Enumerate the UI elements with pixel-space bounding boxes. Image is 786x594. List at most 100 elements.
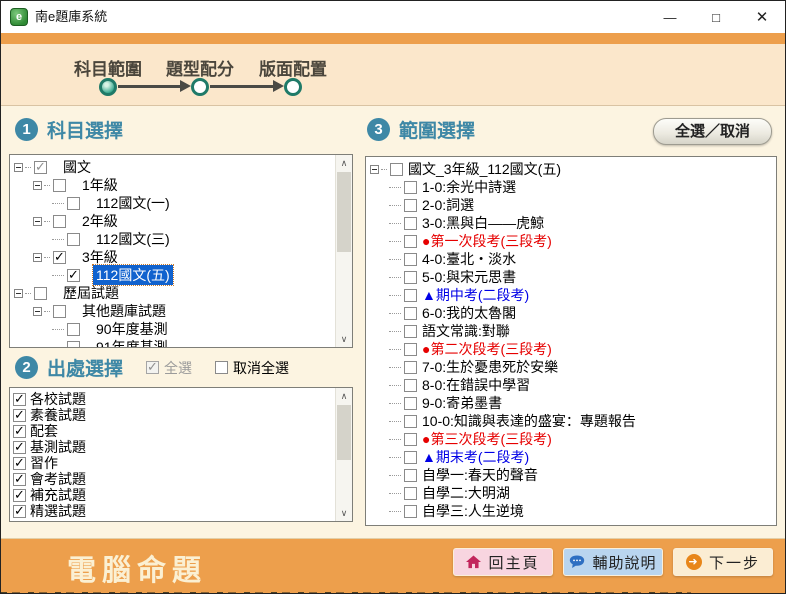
tree-item[interactable]: ▲期中考(二段考) <box>366 286 772 304</box>
tree-item-label[interactable]: ●第一次段考(三段考) <box>419 231 555 251</box>
tree-item[interactable]: 自學三:人生逆境 <box>366 502 772 520</box>
tree-item[interactable]: 其他題庫試題 <box>10 302 332 320</box>
list-item[interactable]: 基測試題 <box>10 439 332 455</box>
checkbox[interactable] <box>53 304 66 318</box>
list-item[interactable]: 精選試題 <box>10 503 332 519</box>
tree-item[interactable]: 6-0:我的太魯閣 <box>366 304 772 322</box>
expander-icon[interactable] <box>33 180 42 190</box>
step-circle-3[interactable] <box>284 78 302 96</box>
tree-item[interactable]: 國文_3年級_112國文(五) <box>366 160 772 178</box>
checkbox[interactable] <box>67 232 80 246</box>
checkbox[interactable] <box>53 214 66 228</box>
checkbox[interactable] <box>13 503 26 519</box>
tree-item[interactable]: ●第三次段考(三段考) <box>366 430 772 448</box>
checkbox[interactable] <box>404 324 417 338</box>
scrollbar[interactable]: ∧ ∨ <box>335 155 352 347</box>
scroll-down-icon[interactable]: ∨ <box>336 505 352 521</box>
expander-icon[interactable] <box>33 216 42 226</box>
scrollbar[interactable]: ∧ ∨ <box>335 388 352 521</box>
checkbox[interactable] <box>404 468 417 482</box>
checkbox[interactable] <box>67 340 80 347</box>
tree-item-label[interactable]: 8-0:在錯誤中學習 <box>419 375 533 395</box>
tree-item[interactable]: ●第一次段考(三段考) <box>366 232 772 250</box>
tree-item-label[interactable]: ●第二次段考(三段考) <box>419 339 555 359</box>
tree-item[interactable]: 4-0:臺北・淡水 <box>366 250 772 268</box>
tree-item[interactable]: 國文 <box>10 158 332 176</box>
list-item-label[interactable]: 精選試題 <box>30 501 86 521</box>
tree-item[interactable]: 1年級 <box>10 176 332 194</box>
checkbox[interactable] <box>67 196 80 210</box>
tree-item-label[interactable]: 自學二:大明湖 <box>419 483 513 503</box>
tree-item-label[interactable]: 自學三:人生逆境 <box>419 501 527 521</box>
expander-icon[interactable] <box>33 252 42 262</box>
checkbox[interactable] <box>404 216 417 230</box>
tree-item-label[interactable]: 5-0:與宋元思書 <box>419 267 519 287</box>
tree-item[interactable]: 語文常識:對聯 <box>366 322 772 340</box>
checkbox[interactable] <box>13 519 26 521</box>
tree-item-label[interactable]: 112國文(一) <box>93 193 173 213</box>
tree-item[interactable]: 自學二:大明湖 <box>366 484 772 502</box>
tree-item-label[interactable]: 其他題庫試題 <box>79 301 169 321</box>
tree-item-label[interactable]: ▲期末考(二段考) <box>419 447 532 467</box>
checkbox[interactable] <box>404 378 417 392</box>
tree-item-label[interactable]: 6-0:我的太魯閣 <box>419 303 519 323</box>
checkbox[interactable] <box>13 471 26 487</box>
tree-item[interactable]: 5-0:與宋元思書 <box>366 268 772 286</box>
checkbox[interactable] <box>404 180 417 194</box>
step-circle-1[interactable] <box>99 78 117 96</box>
checkbox[interactable] <box>13 407 26 423</box>
checkbox[interactable] <box>34 159 47 175</box>
checkbox[interactable] <box>404 270 417 284</box>
tree-item-label[interactable]: 3-0:黑與白——虎鯨 <box>419 213 547 233</box>
tree-item-label[interactable]: 歷屆試題 <box>60 283 122 303</box>
home-button[interactable]: 回主頁 <box>453 548 553 576</box>
checkbox[interactable] <box>404 198 417 212</box>
tree-item[interactable]: 91年度基測 <box>10 337 332 347</box>
deselect-all-checkbox[interactable] <box>215 361 229 374</box>
tree-item-label[interactable]: 自學一:春天的聲音 <box>419 465 541 485</box>
tree-item[interactable]: 8-0:在錯誤中學習 <box>366 376 772 394</box>
tree-item-label[interactable]: 2年級 <box>79 211 121 231</box>
tree-item-label[interactable]: 1年級 <box>79 175 121 195</box>
scrollbar-thumb[interactable] <box>337 172 351 252</box>
tree-item[interactable]: 112國文(五) <box>10 264 332 286</box>
tree-item[interactable]: 3年級 <box>10 248 332 266</box>
checkbox[interactable] <box>404 486 417 500</box>
close-button[interactable]: ✕ <box>739 1 785 33</box>
scroll-up-icon[interactable]: ∧ <box>336 155 352 171</box>
checkbox[interactable] <box>404 414 417 428</box>
tree-item[interactable]: 歷屆試題 <box>10 284 332 302</box>
tree-item-label[interactable]: 2-0:詞選 <box>419 195 477 215</box>
tree-item-label[interactable]: 語文常識:對聯 <box>419 321 513 341</box>
tree-item-label[interactable]: 3年級 <box>79 247 121 267</box>
checkbox[interactable] <box>67 267 80 283</box>
tree-item[interactable]: 2年級 <box>10 212 332 230</box>
expander-icon[interactable] <box>33 306 42 316</box>
checkbox[interactable] <box>404 432 417 446</box>
checkbox[interactable] <box>34 286 47 300</box>
toggle-all-button[interactable]: 全選／取消 <box>653 118 772 145</box>
expander-icon[interactable] <box>370 164 379 174</box>
checkbox[interactable] <box>13 455 26 471</box>
tree-item[interactable]: 112國文(三) <box>10 230 332 248</box>
tree-item[interactable]: 7-0:生於憂患死於安樂 <box>366 358 772 376</box>
checkbox[interactable] <box>390 162 403 176</box>
tree-item[interactable]: ▲期末考(二段考) <box>366 448 772 466</box>
minimize-button[interactable]: — <box>647 1 693 33</box>
tree-item[interactable]: 9-0:寄弟墨書 <box>366 394 772 412</box>
checkbox[interactable] <box>13 487 26 503</box>
checkbox[interactable] <box>67 322 80 336</box>
checkbox[interactable] <box>404 450 417 464</box>
maximize-button[interactable]: □ <box>693 1 739 33</box>
tree-item-label[interactable]: 國文 <box>60 157 94 177</box>
scrollbar-thumb[interactable] <box>337 405 351 460</box>
tree-item[interactable]: ●第二次段考(三段考) <box>366 340 772 358</box>
checkbox[interactable] <box>13 439 26 455</box>
tree-item[interactable]: 自學一:春天的聲音 <box>366 466 772 484</box>
checkbox[interactable] <box>404 504 417 518</box>
checkbox[interactable] <box>404 360 417 374</box>
checkbox[interactable] <box>53 249 66 265</box>
tree-item-label[interactable]: 91年度基測 <box>93 337 171 347</box>
scroll-up-icon[interactable]: ∧ <box>336 388 352 404</box>
checkbox[interactable] <box>13 391 26 407</box>
